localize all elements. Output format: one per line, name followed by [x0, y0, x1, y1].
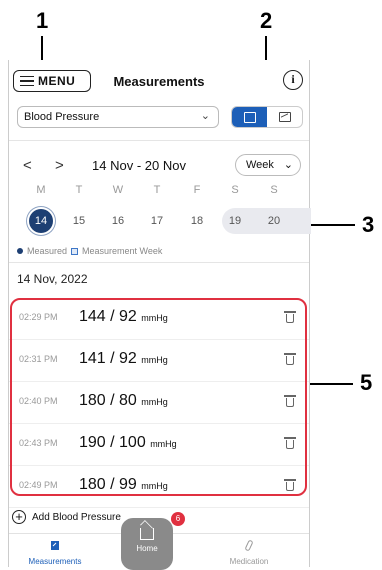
measurement-week-square-icon: [71, 247, 79, 255]
add-blood-pressure-button[interactable]: + Add Blood Pressure: [12, 510, 121, 524]
weekday-label: W: [112, 184, 124, 196]
legend-measured: Measured: [27, 246, 68, 256]
callout-3: 3: [362, 212, 375, 237]
weekday-label: T: [153, 184, 161, 196]
weekday-label: F: [193, 184, 201, 196]
weekday-label: S: [231, 184, 239, 196]
callout-2: 2: [260, 8, 273, 33]
week-navigation: < > 14 Nov - 20 Nov Week ⌄: [9, 154, 309, 178]
day-cell[interactable]: 15: [67, 209, 91, 233]
weekday-label: S: [270, 184, 278, 196]
clipboard-icon: [51, 541, 59, 550]
tab-measurements-label: Measurements: [28, 557, 82, 566]
divider: [9, 262, 309, 263]
tab-medication[interactable]: Medication: [209, 540, 289, 566]
plus-icon: +: [12, 510, 26, 524]
measurement-type-select[interactable]: Blood Pressure ⌄: [17, 106, 219, 128]
callout-1: 1: [36, 8, 49, 33]
chevron-down-icon: ⌄: [283, 159, 293, 171]
measurement-type-value: Blood Pressure: [24, 111, 100, 123]
home-button[interactable]: Home: [121, 518, 173, 570]
view-toggle: [231, 106, 303, 128]
day-cell[interactable]: 20: [262, 209, 286, 233]
chart-view-button[interactable]: [267, 107, 302, 127]
calendar-legend: Measured Measurement Week: [17, 246, 162, 256]
top-bar: MENU Measurements i: [9, 68, 309, 96]
home-icon: [140, 528, 154, 540]
pill-icon: [245, 540, 253, 551]
measured-dot-icon: [17, 248, 23, 254]
day-cell[interactable]: 16: [106, 209, 130, 233]
weekday-label: M: [36, 184, 46, 196]
measurements-highlight-box: [10, 298, 307, 496]
day-cell[interactable]: 17: [145, 209, 169, 233]
tab-measurements[interactable]: Measurements: [15, 540, 95, 566]
info-icon[interactable]: i: [283, 70, 303, 90]
chevron-down-icon: ⌄: [200, 110, 210, 122]
divider: [9, 140, 309, 141]
chart-icon: [278, 112, 291, 122]
page-title: Measurements: [113, 74, 205, 89]
callout-5: 5: [360, 370, 373, 395]
callout-5-line: [307, 383, 353, 385]
legend-measurement-week: Measurement Week: [82, 246, 163, 256]
add-blood-pressure-label: Add Blood Pressure: [32, 511, 121, 523]
tab-medication-label: Medication: [229, 557, 269, 566]
day-cell-selected[interactable]: 14: [29, 209, 53, 233]
day-cell[interactable]: 19: [223, 209, 247, 233]
date-heading: 14 Nov, 2022: [17, 272, 88, 286]
weekday-label: T: [75, 184, 83, 196]
calendar-icon: [243, 111, 256, 123]
calendar-view-button[interactable]: [232, 107, 267, 127]
period-select[interactable]: Week ⌄: [235, 154, 301, 176]
notification-badge: 6: [171, 512, 185, 526]
period-value: Week: [246, 159, 274, 171]
day-cell[interactable]: 18: [185, 209, 209, 233]
home-label: Home: [136, 544, 158, 553]
